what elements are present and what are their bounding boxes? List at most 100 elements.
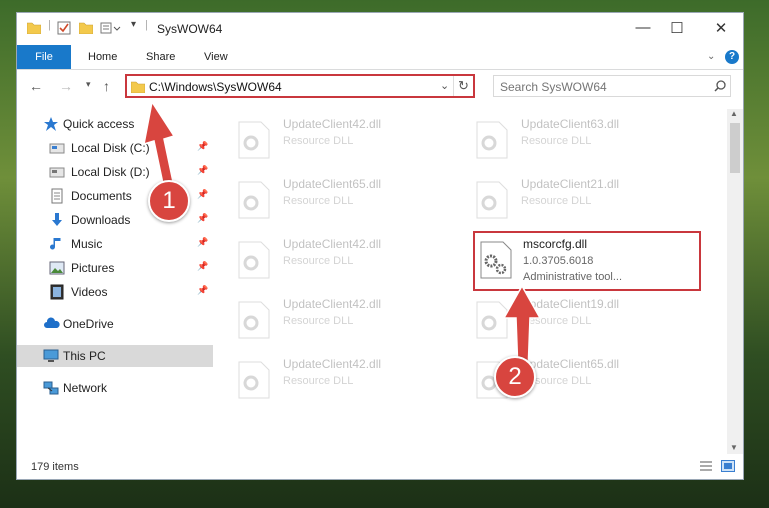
sidebar-item-label: Quick access bbox=[63, 117, 135, 131]
folder-icon[interactable] bbox=[26, 21, 42, 39]
minimize-button[interactable]: — bbox=[631, 19, 655, 36]
chevron-down-icon[interactable]: ⌄ bbox=[707, 45, 715, 69]
file-name: UpdateClient42.dll bbox=[283, 117, 382, 131]
sidebar-item-label: OneDrive bbox=[63, 317, 114, 331]
dll-file-icon bbox=[475, 181, 509, 224]
separator: | bbox=[48, 19, 51, 31]
address-path: C:\Windows\SysWOW64 bbox=[149, 80, 282, 94]
file-type: Resource DLL bbox=[283, 255, 354, 267]
file-name: UpdateClient65.dll bbox=[283, 177, 382, 191]
scrollbar-thumb[interactable] bbox=[730, 123, 740, 173]
drive-icon bbox=[49, 140, 65, 156]
dll-file-icon bbox=[237, 301, 271, 344]
file-list: UpdateClient42.dll Resource DLL UpdateCl… bbox=[217, 109, 727, 454]
sidebar-item-label: Downloads bbox=[71, 213, 131, 227]
refresh-icon[interactable]: ↻ bbox=[458, 78, 469, 94]
downloads-icon bbox=[49, 212, 65, 228]
file-item[interactable]: UpdateClient21.dll Resource DLL bbox=[455, 175, 675, 225]
address-bar[interactable]: C:\Windows\SysWOW64 ⌄ ↻ bbox=[125, 74, 475, 98]
computer-icon bbox=[43, 348, 59, 364]
pin-icon[interactable]: 📌 bbox=[197, 237, 208, 248]
file-item[interactable]: UpdateClient19.dll Resource DLL bbox=[455, 295, 675, 345]
new-folder-icon[interactable] bbox=[78, 21, 94, 39]
file-version: 1.0.3705.6018 bbox=[523, 255, 594, 267]
file-name: UpdateClient42.dll bbox=[283, 297, 382, 311]
up-arrow-icon[interactable]: ↑ bbox=[103, 78, 110, 94]
search-icon[interactable] bbox=[714, 79, 726, 97]
title-bar: | ▾ | SysWOW64 — ☐ ✕ bbox=[17, 13, 743, 45]
pictures-icon bbox=[49, 260, 65, 276]
pin-icon[interactable]: 📌 bbox=[197, 213, 208, 224]
dll-file-icon bbox=[237, 181, 271, 224]
file-type: Resource DLL bbox=[283, 195, 354, 207]
cloud-icon bbox=[43, 316, 60, 332]
maximize-button[interactable]: ☐ bbox=[665, 19, 689, 37]
tab-view[interactable]: View bbox=[204, 45, 228, 69]
sidebar-item-network[interactable]: Network bbox=[17, 377, 213, 399]
drive-icon bbox=[49, 164, 65, 180]
dll-file-icon bbox=[237, 121, 271, 164]
address-row: ← → ▾ ↑ C:\Windows\SysWOW64 ⌄ ↻ bbox=[17, 70, 743, 104]
properties-icon[interactable] bbox=[57, 21, 71, 40]
status-bar: 179 items bbox=[17, 457, 743, 479]
file-name: UpdateClient42.dll bbox=[283, 357, 382, 371]
sidebar-item-label: Videos bbox=[71, 285, 108, 299]
search-box[interactable] bbox=[493, 75, 731, 97]
help-icon[interactable]: ? bbox=[725, 50, 739, 64]
search-input[interactable] bbox=[498, 78, 702, 96]
tab-share[interactable]: Share bbox=[146, 45, 175, 69]
file-name: UpdateClient42.dll bbox=[283, 237, 382, 251]
tab-file[interactable]: File bbox=[17, 45, 71, 69]
sidebar-item-music[interactable]: Music 📌 bbox=[17, 233, 213, 255]
file-name: mscorcfg.dll bbox=[523, 237, 588, 251]
chevron-down-icon[interactable]: ⌄ bbox=[440, 79, 449, 92]
file-type: Resource DLL bbox=[521, 195, 592, 207]
tab-home[interactable]: Home bbox=[88, 45, 117, 69]
ribbon: File Home Share View ⌄ ? bbox=[17, 45, 743, 70]
recent-chevron-icon[interactable]: ▾ bbox=[86, 79, 91, 90]
divider bbox=[453, 76, 454, 96]
sidebar-item-this-pc[interactable]: This PC bbox=[17, 345, 213, 367]
file-type: Resource DLL bbox=[283, 315, 354, 327]
file-item[interactable]: UpdateClient42.dll Resource DLL bbox=[217, 115, 437, 165]
file-name: UpdateClient21.dll bbox=[521, 177, 620, 191]
music-icon bbox=[49, 236, 65, 252]
window-title: SysWOW64 bbox=[157, 22, 223, 36]
file-item[interactable]: UpdateClient63.dll Resource DLL bbox=[455, 115, 675, 165]
file-item[interactable]: UpdateClient42.dll Resource DLL bbox=[217, 235, 437, 285]
vertical-scrollbar[interactable]: ▲ ▼ bbox=[727, 109, 743, 454]
network-icon bbox=[43, 380, 59, 396]
chevron-down-icon[interactable]: ▾ bbox=[131, 19, 136, 30]
file-item[interactable]: UpdateClient65.dll Resource DLL bbox=[455, 355, 675, 405]
close-button[interactable]: ✕ bbox=[709, 19, 733, 37]
separator: | bbox=[145, 19, 148, 31]
sidebar-item-label: Network bbox=[63, 381, 108, 395]
forward-arrow-icon[interactable]: → bbox=[59, 78, 73, 94]
pin-icon[interactable]: 📌 bbox=[197, 261, 208, 272]
sidebar-item-pictures[interactable]: Pictures 📌 bbox=[17, 257, 213, 279]
file-type: Resource DLL bbox=[521, 135, 592, 147]
file-item[interactable]: UpdateClient42.dll Resource DLL bbox=[217, 355, 437, 405]
customize-icon[interactable] bbox=[100, 21, 122, 40]
file-type: Resource DLL bbox=[283, 375, 354, 387]
tiles-view-icon[interactable] bbox=[721, 460, 735, 475]
documents-icon bbox=[49, 188, 65, 204]
dll-file-icon bbox=[237, 361, 271, 404]
scroll-down-icon[interactable]: ▼ bbox=[730, 443, 738, 452]
sidebar-item-onedrive[interactable]: OneDrive bbox=[17, 313, 213, 335]
file-type: Resource DLL bbox=[283, 135, 354, 147]
sidebar-item-label: Pictures bbox=[71, 261, 115, 275]
sidebar-item-videos[interactable]: Videos 📌 bbox=[17, 281, 213, 303]
sidebar-item-label: This PC bbox=[63, 349, 106, 363]
explorer-window: | ▾ | SysWOW64 — ☐ ✕ File Home Share Vie… bbox=[16, 12, 744, 480]
back-arrow-icon[interactable]: ← bbox=[29, 78, 43, 94]
sidebar-item-label: Music bbox=[71, 237, 103, 251]
file-item[interactable]: UpdateClient65.dll Resource DLL bbox=[217, 175, 437, 225]
scroll-up-icon[interactable]: ▲ bbox=[730, 109, 738, 118]
star-icon bbox=[43, 116, 59, 132]
file-item[interactable]: UpdateClient42.dll Resource DLL bbox=[217, 295, 437, 345]
sidebar-item-label: Documents bbox=[71, 189, 132, 203]
step-badge-2: 2 bbox=[494, 356, 536, 398]
pin-icon[interactable]: 📌 bbox=[197, 285, 208, 296]
details-view-icon[interactable] bbox=[699, 460, 713, 475]
